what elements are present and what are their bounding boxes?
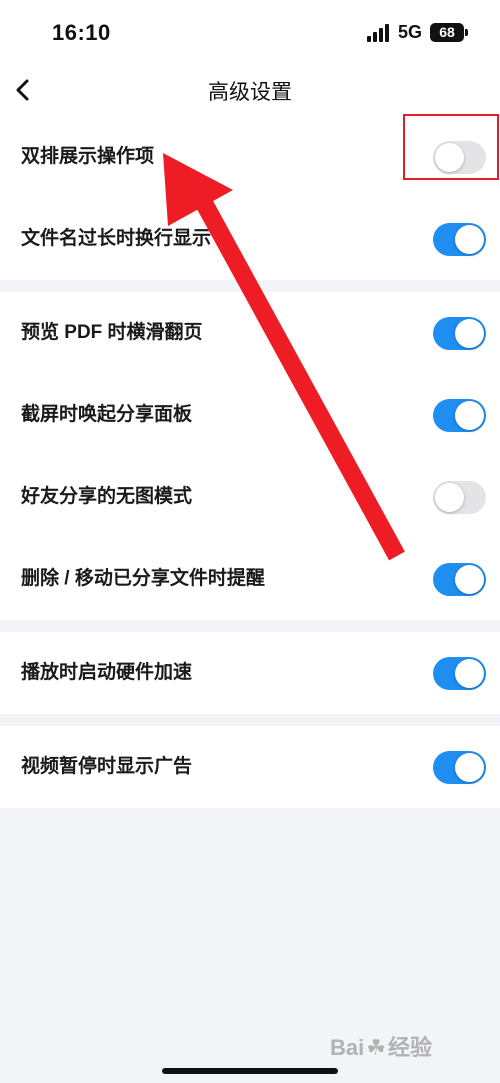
toggle-knob	[455, 319, 484, 348]
status-bar: 16:10 5G 68	[0, 0, 500, 66]
toggle-knob	[455, 753, 484, 782]
status-time: 16:10	[52, 20, 111, 45]
screenshot-share-toggle[interactable]	[433, 399, 486, 432]
paw-icon: ☘	[366, 1035, 386, 1060]
wrap-long-filename-toggle[interactable]	[433, 223, 486, 256]
setting-row-screenshot-share: 截屏时唤起分享面板	[0, 374, 500, 456]
highlight-box	[403, 114, 499, 180]
watermark-text-left: Bai	[330, 1035, 365, 1060]
setting-label: 双排展示操作项	[21, 146, 155, 167]
setting-row-wrap-long-filename: 文件名过长时换行显示	[0, 198, 500, 280]
setting-label: 视频暂停时显示广告	[21, 756, 193, 777]
toggle-knob	[455, 401, 484, 430]
toggle-knob	[455, 225, 484, 254]
network-label: 5G	[398, 22, 423, 42]
setting-row-hardware-acceleration: 播放时启动硬件加速	[0, 632, 500, 714]
setting-row-shared-file-reminder: 删除 / 移动已分享文件时提醒	[0, 538, 500, 620]
watermark-text-right: 经验	[387, 1035, 432, 1060]
pdf-swipe-toggle[interactable]	[433, 317, 486, 350]
header-area: 16:10 5G 68 高级设置	[0, 0, 500, 126]
setting-label: 播放时启动硬件加速	[21, 662, 193, 683]
setting-label: 删除 / 移动已分享文件时提醒	[21, 568, 265, 589]
setting-row-pdf-swipe: 预览 PDF 时横滑翻页	[0, 292, 500, 374]
setting-row-pause-ads: 视频暂停时显示广告	[0, 726, 500, 808]
home-indicator	[162, 1068, 338, 1074]
signal-icon	[367, 24, 391, 42]
settings-group-playback: 播放时启动硬件加速	[0, 632, 500, 714]
nav-bar: 高级设置	[0, 66, 500, 116]
watermark: Bai☘经验	[330, 1030, 480, 1070]
page-title: 高级设置	[208, 81, 292, 104]
toggle-knob	[435, 483, 464, 512]
shared-file-reminder-toggle[interactable]	[433, 563, 486, 596]
setting-label: 文件名过长时换行显示	[21, 228, 212, 249]
settings-group-ads: 视频暂停时显示广告	[0, 726, 500, 808]
settings-group-preview-share: 预览 PDF 时横滑翻页 截屏时唤起分享面板 好友分享的无图模式 删除 / 移动…	[0, 292, 500, 620]
no-image-mode-toggle[interactable]	[433, 481, 486, 514]
pause-ads-toggle[interactable]	[433, 751, 486, 784]
setting-label: 好友分享的无图模式	[21, 486, 193, 507]
setting-label: 预览 PDF 时横滑翻页	[21, 322, 203, 343]
battery-icon: 68	[430, 23, 468, 42]
toggle-knob	[455, 659, 484, 688]
setting-row-no-image-mode: 好友分享的无图模式	[0, 456, 500, 538]
setting-label: 截屏时唤起分享面板	[21, 404, 193, 425]
hardware-acceleration-toggle[interactable]	[433, 657, 486, 690]
toggle-knob	[455, 565, 484, 594]
